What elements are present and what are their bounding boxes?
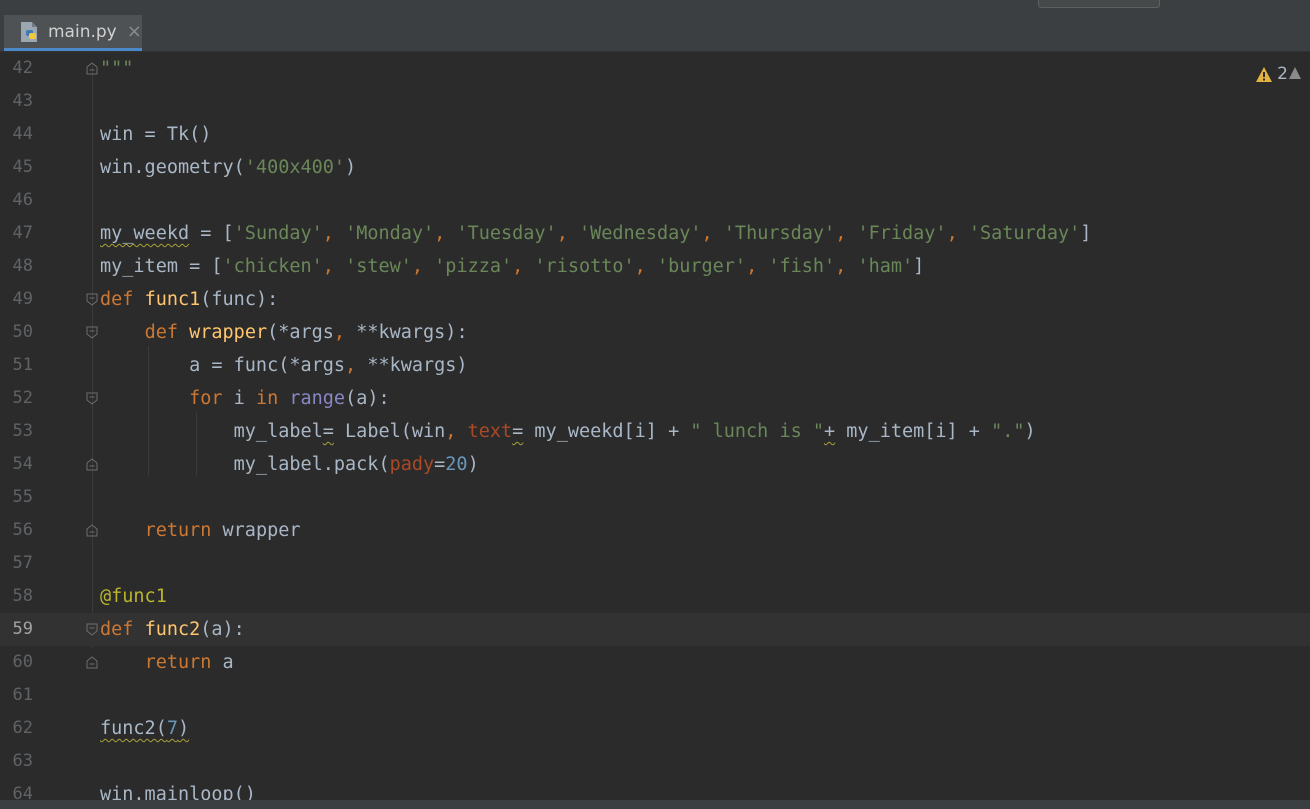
code-text: win = Tk() [100, 124, 212, 145]
toolbar-control[interactable] [1038, 0, 1160, 8]
code-line: 63 [0, 745, 1310, 778]
close-icon[interactable]: × [127, 22, 142, 41]
code-line: 64 win.mainloop() [0, 778, 1310, 800]
code-line: 47 my_weekd = ['Sunday', 'Monday', 'Tues… [0, 217, 1310, 250]
code-line: 48 my_item = ['chicken', 'stew', 'pizza'… [0, 250, 1310, 283]
code-line: 43 [0, 85, 1310, 118]
line-number: 58 [12, 586, 33, 606]
code-text: def func1(func): [100, 289, 279, 310]
code-text: win.geometry('400x400') [100, 157, 357, 178]
line-number: 61 [12, 685, 33, 705]
horizontal-scrollbar[interactable] [0, 800, 1310, 809]
code-line: 50 def wrapper(*args, **kwargs): [0, 316, 1310, 349]
line-number: 62 [12, 718, 33, 738]
tab-filename: main.py [48, 21, 117, 42]
code-text: return wrapper [144, 520, 301, 541]
code-line: 54 my_label.pack(pady=20) [0, 448, 1310, 481]
line-number: 59 [12, 619, 33, 639]
fold-end-icon[interactable] [86, 524, 98, 537]
code-line: 58 @func1 [0, 580, 1310, 613]
code-editor[interactable]: 2 42 """ 43 44 win = Tk() 45 win.geometr… [0, 52, 1310, 800]
tab-main-py[interactable]: main.py × [4, 15, 142, 51]
code-line: 42 """ [0, 52, 1310, 85]
code-text: my_item = ['chicken', 'stew', 'pizza', '… [100, 256, 925, 277]
line-number: 50 [12, 322, 33, 342]
line-number: 46 [12, 190, 33, 210]
line-number: 48 [12, 256, 33, 276]
code-line: 52 for i in range(a): [0, 382, 1310, 415]
fold-end-icon[interactable] [86, 656, 98, 669]
current-code-line: 59 def func2(a): [0, 613, 1310, 646]
fold-end-icon[interactable] [86, 62, 98, 75]
code-text: def wrapper(*args, **kwargs): [144, 322, 468, 343]
line-number: 60 [12, 652, 33, 672]
code-text: """ [100, 58, 134, 79]
code-text: @func1 [100, 586, 167, 607]
code-text: a = func(*args, **kwargs) [189, 355, 468, 376]
line-number: 64 [12, 784, 33, 800]
code-line: 57 [0, 547, 1310, 580]
line-number: 51 [12, 355, 33, 375]
code-text: func2(7) [100, 718, 190, 739]
code-line: 46 [0, 184, 1310, 217]
line-number: 54 [12, 454, 33, 474]
code-line: 51 a = func(*args, **kwargs) [0, 349, 1310, 382]
code-line: 61 [0, 679, 1310, 712]
code-text: my_label= Label(win, text= my_weekd[i] +… [233, 421, 1036, 442]
python-file-icon [21, 21, 37, 42]
code-line: 56 return wrapper [0, 514, 1310, 547]
code-text: for i in range(a): [189, 388, 390, 409]
line-number: 49 [12, 289, 33, 309]
line-number: 56 [12, 520, 33, 540]
code-line: 49 def func1(func): [0, 283, 1310, 316]
code-line: 62 func2(7) [0, 712, 1310, 745]
code-line: 44 win = Tk() [0, 118, 1310, 151]
code-line: 60 return a [0, 646, 1310, 679]
fold-start-icon[interactable] [86, 392, 98, 405]
fold-end-icon[interactable] [86, 458, 98, 471]
code-line: 53 my_label= Label(win, text= my_weekd[i… [0, 415, 1310, 448]
code-line: 45 win.geometry('400x400') [0, 151, 1310, 184]
line-number: 53 [12, 421, 33, 441]
line-number: 52 [12, 388, 33, 408]
line-number: 47 [12, 223, 33, 243]
fold-start-icon[interactable] [86, 623, 98, 636]
code-text: my_label.pack(pady=20) [233, 454, 479, 475]
code-text: my_weekd = ['Sunday', 'Monday', 'Tuesday… [100, 223, 1092, 244]
code-text: win.mainloop() [100, 784, 256, 800]
fold-start-icon[interactable] [86, 326, 98, 339]
code-text: def func2(a): [100, 619, 245, 640]
line-number: 63 [12, 751, 33, 771]
fold-start-icon[interactable] [86, 293, 98, 306]
line-number: 43 [12, 91, 33, 111]
line-number: 45 [12, 157, 33, 177]
line-number: 44 [12, 124, 33, 144]
editor-tab-bar: main.py × [0, 12, 1310, 52]
line-number: 42 [12, 58, 33, 78]
code-text: return a [144, 652, 234, 673]
line-number: 57 [12, 553, 33, 573]
code-line: 55 [0, 481, 1310, 514]
line-number: 55 [12, 487, 33, 507]
